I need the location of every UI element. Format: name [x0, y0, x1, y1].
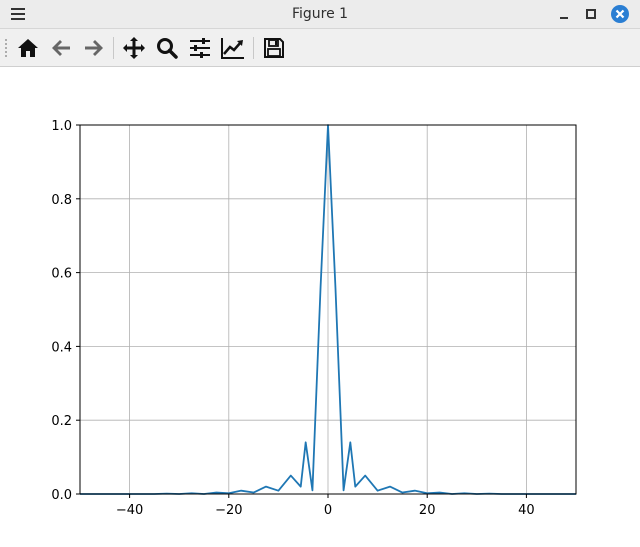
close-button[interactable] [610, 4, 630, 24]
toolbar [0, 29, 640, 67]
title-bar: Figure 1 [0, 0, 640, 29]
y-tick-label: 0.4 [51, 340, 72, 355]
save-icon [264, 38, 284, 58]
x-tick-label: 40 [518, 503, 535, 518]
forward-button[interactable] [81, 35, 107, 61]
home-button[interactable] [15, 35, 41, 61]
y-tick-label: 0.0 [51, 488, 72, 503]
x-tick-label: 0 [324, 503, 332, 518]
plot-area[interactable]: −40 −20 0 20 40 0.0 0.2 0.4 0.6 0.8 1.0 [0, 67, 640, 547]
arrow-right-icon [85, 40, 103, 56]
window-title: Figure 1 [291, 6, 349, 22]
y-tick-label: 0.8 [51, 193, 72, 208]
toolbar-separator [113, 37, 114, 59]
toolbar-grip[interactable] [4, 38, 8, 58]
x-tick-label: −40 [116, 503, 143, 518]
y-tick-label: 0.6 [51, 267, 72, 282]
back-button[interactable] [48, 35, 74, 61]
zoom-button[interactable] [154, 35, 180, 61]
sliders-icon [190, 38, 210, 58]
maximize-button[interactable] [581, 4, 601, 24]
x-tick-label: 20 [419, 503, 436, 518]
move-icon [123, 37, 145, 59]
y-tick-label: 0.2 [51, 414, 72, 429]
y-tick-label: 1.0 [51, 119, 72, 134]
chart-line-icon [221, 38, 244, 59]
pan-button[interactable] [121, 35, 147, 61]
edit-axis-button[interactable] [220, 35, 246, 61]
save-button[interactable] [261, 35, 287, 61]
minimize-button[interactable] [554, 4, 574, 24]
zoom-icon [157, 38, 178, 59]
configure-subplots-button[interactable] [187, 35, 213, 61]
figure-window: Figure 1 −40 −20 0 20 40 0.0 0.2 0.4 0.6… [0, 0, 640, 547]
x-tick-label: −20 [215, 503, 242, 518]
arrow-left-icon [52, 40, 70, 56]
home-icon [18, 39, 38, 57]
toolbar-separator [253, 37, 254, 59]
chart: −40 −20 0 20 40 0.0 0.2 0.4 0.6 0.8 1.0 [51, 119, 577, 518]
